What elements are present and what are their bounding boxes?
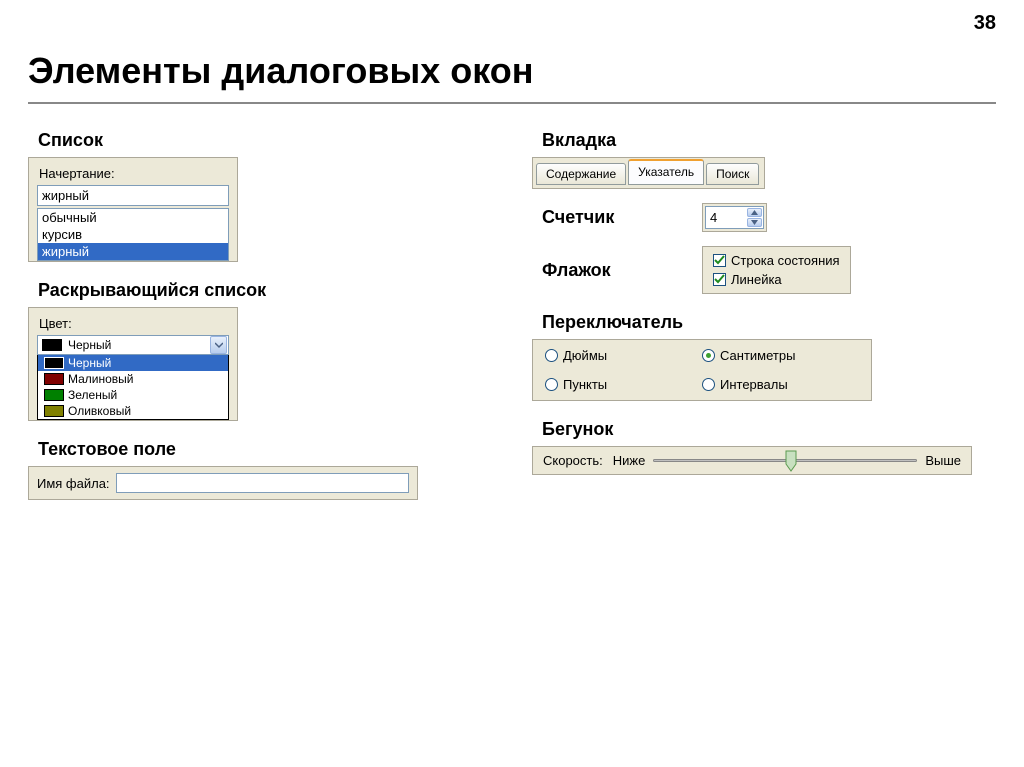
checkbox-icon[interactable]	[713, 273, 726, 286]
radio-item[interactable]: Пункты	[545, 377, 702, 392]
dropdown-item-label: Малиновый	[68, 372, 134, 386]
section-radio: Переключатель	[542, 312, 996, 333]
slider-track[interactable]	[653, 459, 917, 462]
dropdown-item[interactable]: Малиновый	[38, 371, 228, 387]
slider-caption: Скорость:	[543, 453, 603, 468]
tabs: Содержание Указатель Поиск	[532, 157, 765, 189]
radio-item[interactable]: Сантиметры	[702, 348, 859, 363]
radio-icon[interactable]	[545, 349, 558, 362]
textfield-caption: Имя файла:	[37, 476, 110, 491]
page-title: Элементы диалоговых окон	[0, 0, 1024, 102]
page-number: 38	[974, 12, 996, 35]
checkbox-icon[interactable]	[713, 254, 726, 267]
list-item[interactable]: обычный	[38, 209, 228, 226]
spinner-up-icon[interactable]	[747, 208, 762, 217]
section-tab: Вкладка	[542, 130, 996, 151]
checkbox-label: Строка состояния	[731, 253, 840, 268]
dropdown-value: Черный	[66, 338, 210, 352]
right-column: Вкладка Содержание Указатель Поиск Счетч…	[512, 112, 996, 500]
spinner	[702, 203, 767, 232]
checkbox-item[interactable]: Линейка	[713, 270, 840, 289]
radio-label: Сантиметры	[720, 348, 795, 363]
radio-icon[interactable]	[545, 378, 558, 391]
slider-widget: Скорость: Ниже Выше	[532, 446, 972, 475]
dropdown-item-label: Оливковый	[68, 404, 131, 418]
radio-icon[interactable]	[702, 349, 715, 362]
section-textfield: Текстовое поле	[38, 439, 492, 460]
dropdown-list[interactable]: Черный Малиновый Зеленый Оливковый	[37, 355, 229, 420]
radio-item[interactable]: Интервалы	[702, 377, 859, 392]
list-widget: Начертание: обычный курсив жирный	[28, 157, 238, 262]
color-swatch	[44, 357, 64, 369]
section-list: Список	[38, 130, 492, 151]
dropdown-item[interactable]: Оливковый	[38, 403, 228, 419]
radio-label: Интервалы	[720, 377, 788, 392]
radio-label: Пункты	[563, 377, 607, 392]
dropdown-item-label: Зеленый	[68, 388, 117, 402]
slider-high: Выше	[925, 453, 961, 468]
spinner-down-icon[interactable]	[747, 218, 762, 227]
dropdown-combo[interactable]: Черный	[37, 335, 229, 355]
divider	[28, 102, 996, 104]
list-box[interactable]: обычный курсив жирный	[37, 208, 229, 261]
checkbox-group: Строка состояния Линейка	[702, 246, 851, 294]
radio-group: Дюймы Сантиметры Пункты Интервалы	[532, 339, 872, 401]
slider-low: Ниже	[613, 453, 646, 468]
filename-input[interactable]	[116, 473, 409, 493]
tab-search[interactable]: Поиск	[706, 163, 759, 185]
checkbox-item[interactable]: Строка состояния	[713, 251, 840, 270]
radio-icon[interactable]	[702, 378, 715, 391]
list-value-input[interactable]	[37, 185, 229, 206]
list-caption: Начертание:	[39, 166, 229, 181]
radio-item[interactable]: Дюймы	[545, 348, 702, 363]
tab-contents[interactable]: Содержание	[536, 163, 626, 185]
color-swatch	[42, 339, 62, 351]
tab-index[interactable]: Указатель	[628, 159, 704, 185]
section-slider: Бегунок	[542, 419, 996, 440]
list-item[interactable]: курсив	[38, 226, 228, 243]
color-swatch	[44, 373, 64, 385]
color-swatch	[44, 389, 64, 401]
spinner-input[interactable]	[706, 209, 746, 226]
section-checkbox: Флажок	[542, 260, 702, 281]
slider-thumb-icon[interactable]	[785, 450, 797, 472]
radio-label: Дюймы	[563, 348, 607, 363]
color-swatch	[44, 405, 64, 417]
section-dropdown: Раскрывающийся список	[38, 280, 492, 301]
dropdown-widget: Цвет: Черный Черный Малиновый	[28, 307, 238, 421]
dropdown-item[interactable]: Зеленый	[38, 387, 228, 403]
left-column: Список Начертание: обычный курсив жирный…	[28, 112, 512, 500]
section-counter: Счетчик	[542, 207, 702, 228]
list-item[interactable]: жирный	[38, 243, 228, 260]
dropdown-item[interactable]: Черный	[38, 355, 228, 371]
chevron-down-icon[interactable]	[210, 336, 227, 354]
dropdown-item-label: Черный	[68, 356, 111, 370]
textfield-widget: Имя файла:	[28, 466, 418, 500]
dropdown-caption: Цвет:	[39, 316, 229, 331]
checkbox-label: Линейка	[731, 272, 782, 287]
